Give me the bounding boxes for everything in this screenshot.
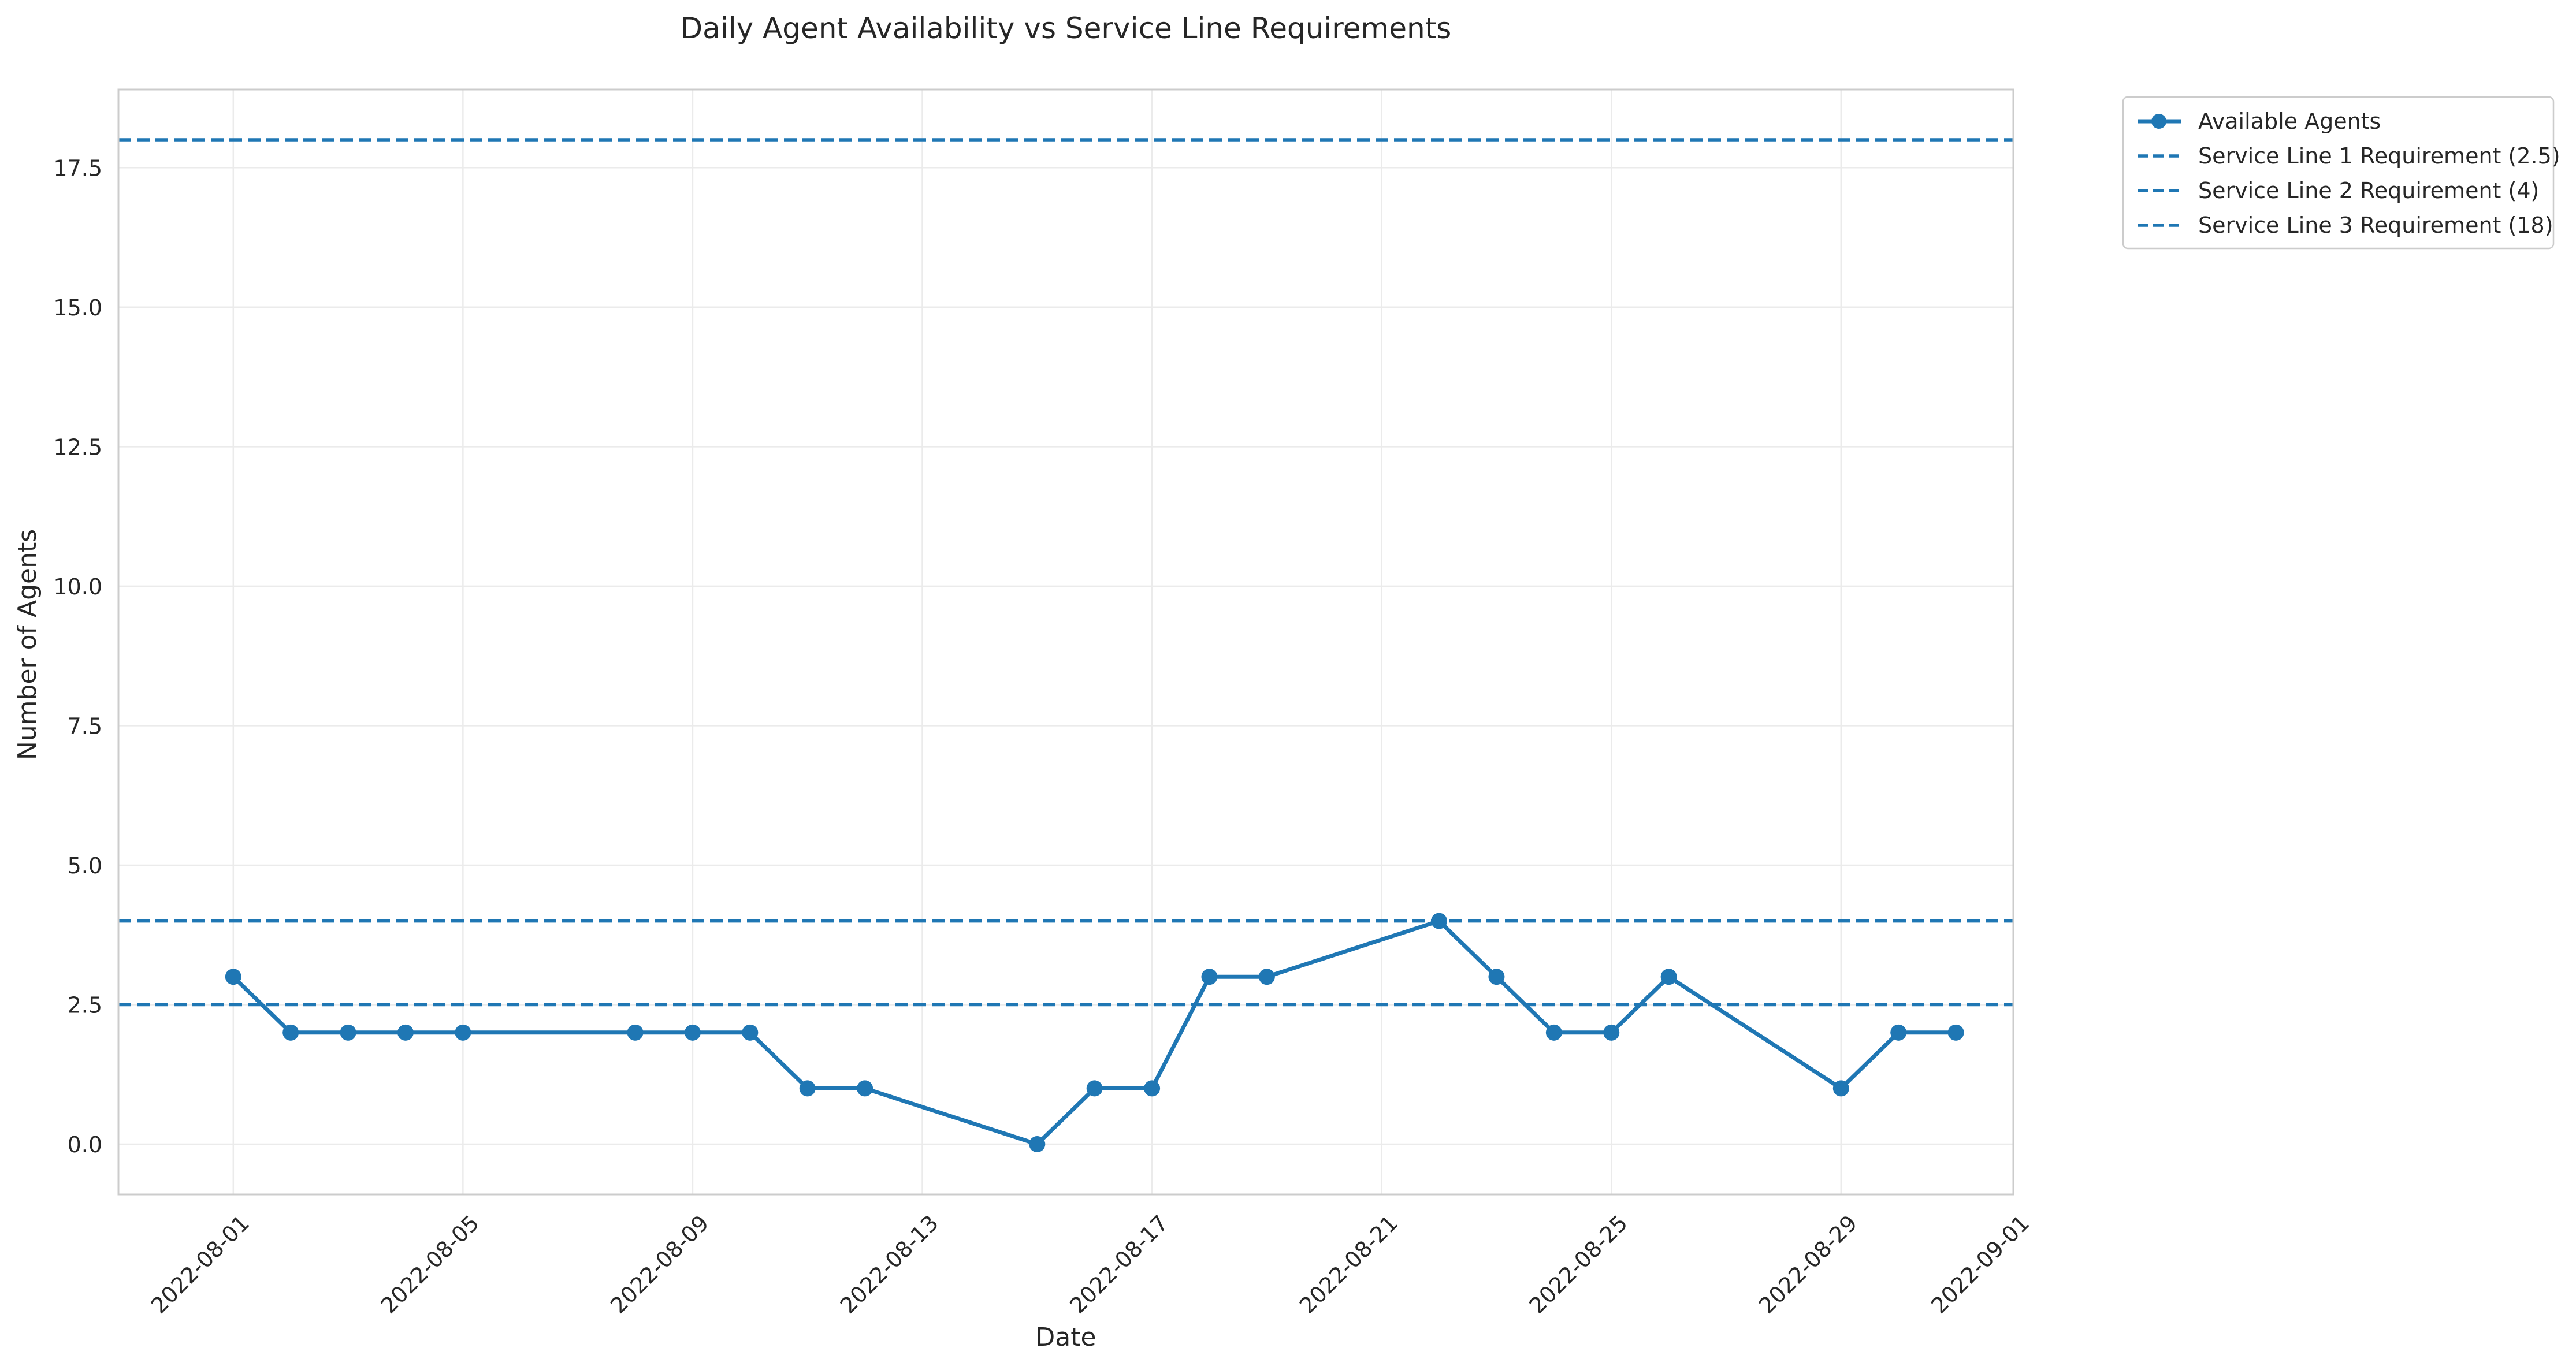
x-tick-label: 2022-09-01 xyxy=(1926,1210,2034,1318)
available-agents-point xyxy=(1832,1080,1849,1097)
x-tick-label: 2022-08-21 xyxy=(1295,1210,1403,1318)
y-tick-label: 15.0 xyxy=(53,295,102,321)
x-tick-label: 2022-08-13 xyxy=(835,1210,943,1318)
legend-label: Service Line 1 Requirement (2.5) xyxy=(2198,143,2560,169)
x-tick-label: 2022-08-25 xyxy=(1524,1210,1632,1318)
available-agents-point xyxy=(340,1024,356,1041)
available-agents-point xyxy=(1201,969,1218,985)
y-tick-label: 10.0 xyxy=(53,574,102,600)
x-axis-label: Date xyxy=(1035,1323,1096,1352)
requirement-lines xyxy=(118,138,2013,1007)
available-agents-point xyxy=(397,1024,414,1041)
legend-label: Service Line 2 Requirement (4) xyxy=(2198,178,2539,203)
available-agents-point xyxy=(455,1024,471,1041)
available-agents-point xyxy=(684,1024,701,1041)
y-tick-label: 7.5 xyxy=(68,713,102,739)
y-tick-label: 17.5 xyxy=(53,155,102,181)
y-tick-label: 2.5 xyxy=(68,993,102,1018)
x-tick-label: 2022-08-29 xyxy=(1754,1210,1862,1318)
x-tick-label: 2022-08-05 xyxy=(376,1210,484,1318)
legend-marker-swatch xyxy=(2151,114,2166,129)
available-agents-point xyxy=(1488,969,1505,985)
legend-label: Available Agents xyxy=(2198,109,2381,134)
available-agents-line xyxy=(232,919,1956,1146)
x-tick-label: 2022-08-17 xyxy=(1065,1210,1173,1318)
available-agents-point xyxy=(1947,1024,1964,1041)
x-tick-label: 2022-08-01 xyxy=(146,1210,254,1318)
available-agents-point xyxy=(282,1024,299,1041)
chart-title: Daily Agent Availability vs Service Line… xyxy=(681,12,1452,45)
legend: Available Agents Service Line 1 Requireme… xyxy=(2122,96,2560,250)
y-tick-label: 5.0 xyxy=(68,853,102,878)
available-agents-point xyxy=(1431,913,1448,929)
available-agents-point xyxy=(1086,1080,1103,1097)
available-agents-point xyxy=(1545,1024,1562,1041)
available-agents-point xyxy=(1660,969,1677,985)
available-agents-point xyxy=(1144,1080,1161,1097)
available-agents-point xyxy=(1258,969,1275,985)
available-agents-point xyxy=(627,1024,644,1041)
y-axis-label: Number of Agents xyxy=(13,529,42,760)
available-agents-point xyxy=(857,1080,873,1097)
chart-root: 0.0 2.5 5.0 7.5 10.0 12.5 15.0 17.5 2022-08-01 20… xyxy=(0,0,2576,1368)
available-agents-point xyxy=(1603,1024,1620,1041)
series-layer xyxy=(225,913,1964,1153)
available-agents-point xyxy=(1029,1136,1046,1153)
y-tick-label: 0.0 xyxy=(68,1132,102,1157)
chart-svg: 0.0 2.5 5.0 7.5 10.0 12.5 15.0 17.5 2022-08-01 20… xyxy=(13,12,2560,1352)
legend-label: Service Line 3 Requirement (18) xyxy=(2198,213,2553,238)
x-tick-label: 2022-08-09 xyxy=(605,1210,713,1318)
available-agents-point xyxy=(225,969,241,985)
available-agents-point xyxy=(1890,1024,1907,1041)
available-agents-point xyxy=(742,1024,759,1041)
y-tick-label: 12.5 xyxy=(53,434,102,460)
available-agents-point xyxy=(799,1080,816,1097)
